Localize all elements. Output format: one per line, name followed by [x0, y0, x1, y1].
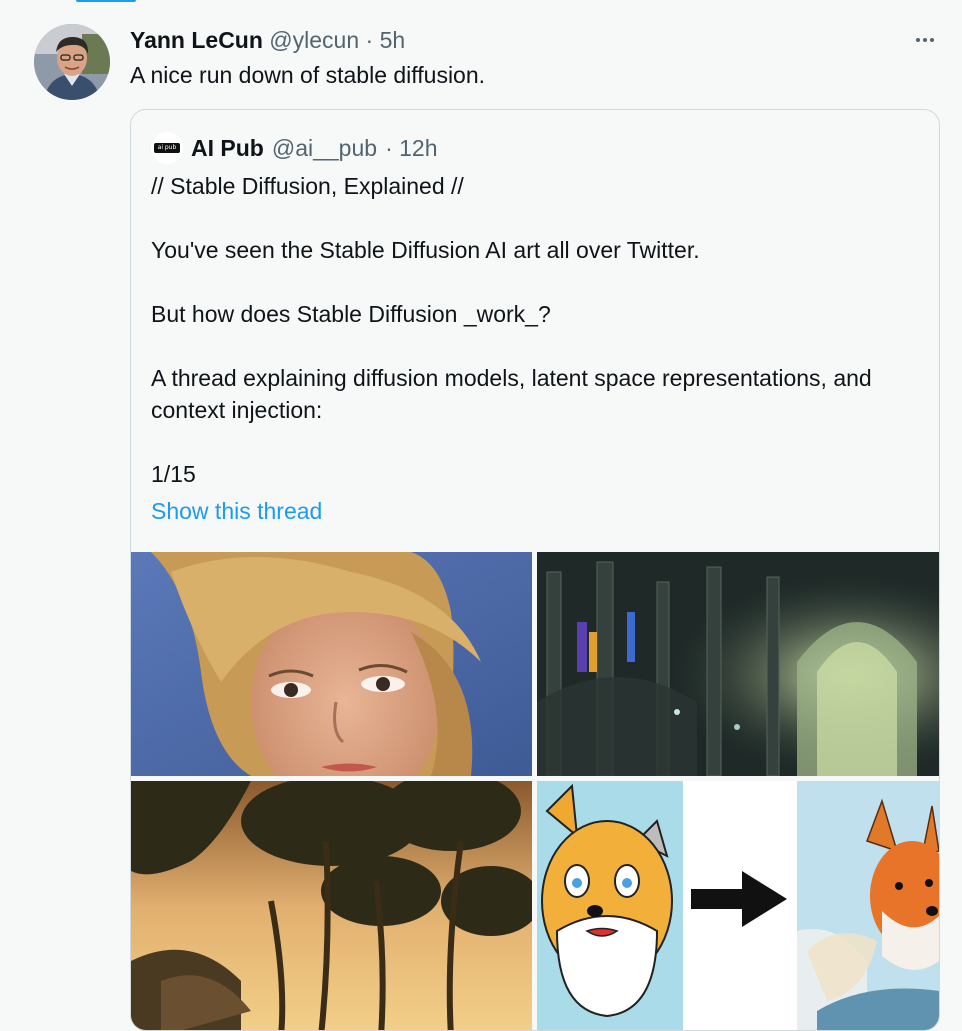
quoted-line: You've seen the Stable Diffusion AI art … — [151, 237, 700, 263]
author-name[interactable]: Yann LeCun — [130, 27, 263, 53]
quoted-line: 1/15 — [151, 461, 196, 487]
more-options-icon[interactable] — [905, 26, 945, 54]
quoted-line: A thread explaining diffusion models, la… — [151, 365, 872, 423]
quoted-tweet-text: // Stable Diffusion, Explained // You've… — [151, 170, 921, 490]
top-accent-bar — [76, 0, 136, 2]
show-thread-link[interactable]: Show this thread — [151, 496, 322, 526]
quoted-author-name: AI Pub — [191, 135, 264, 161]
author-avatar[interactable] — [34, 24, 110, 100]
quoted-line: But how does Stable Diffusion _work_? — [151, 301, 551, 327]
author-handle[interactable]: @ylecun — [269, 27, 359, 53]
quoted-tweet-header: ai pub AI Pub @ai__pub · 12h — [151, 132, 438, 164]
media-grid — [131, 552, 939, 1030]
quoted-author-avatar: ai pub — [151, 132, 183, 164]
tweet-text: A nice run down of stable diffusion. — [130, 62, 486, 88]
quoted-line: // Stable Diffusion, Explained // — [151, 173, 464, 199]
media-image-cathedral[interactable] — [537, 552, 939, 776]
tweet-header: Yann LeCun @ylecun · 5h — [130, 26, 405, 54]
quoted-tweet-time: · 12h — [385, 135, 438, 161]
quoted-tweet-card[interactable]: ai pub AI Pub @ai__pub · 12h // Stable D… — [130, 109, 940, 1031]
tweet-time[interactable]: · 5h — [366, 27, 406, 53]
quoted-author-handle: @ai__pub — [271, 135, 378, 161]
media-image-portrait[interactable] — [131, 552, 532, 776]
media-image-forest[interactable] — [131, 781, 532, 1030]
media-image-fox-transform[interactable] — [537, 781, 939, 1030]
